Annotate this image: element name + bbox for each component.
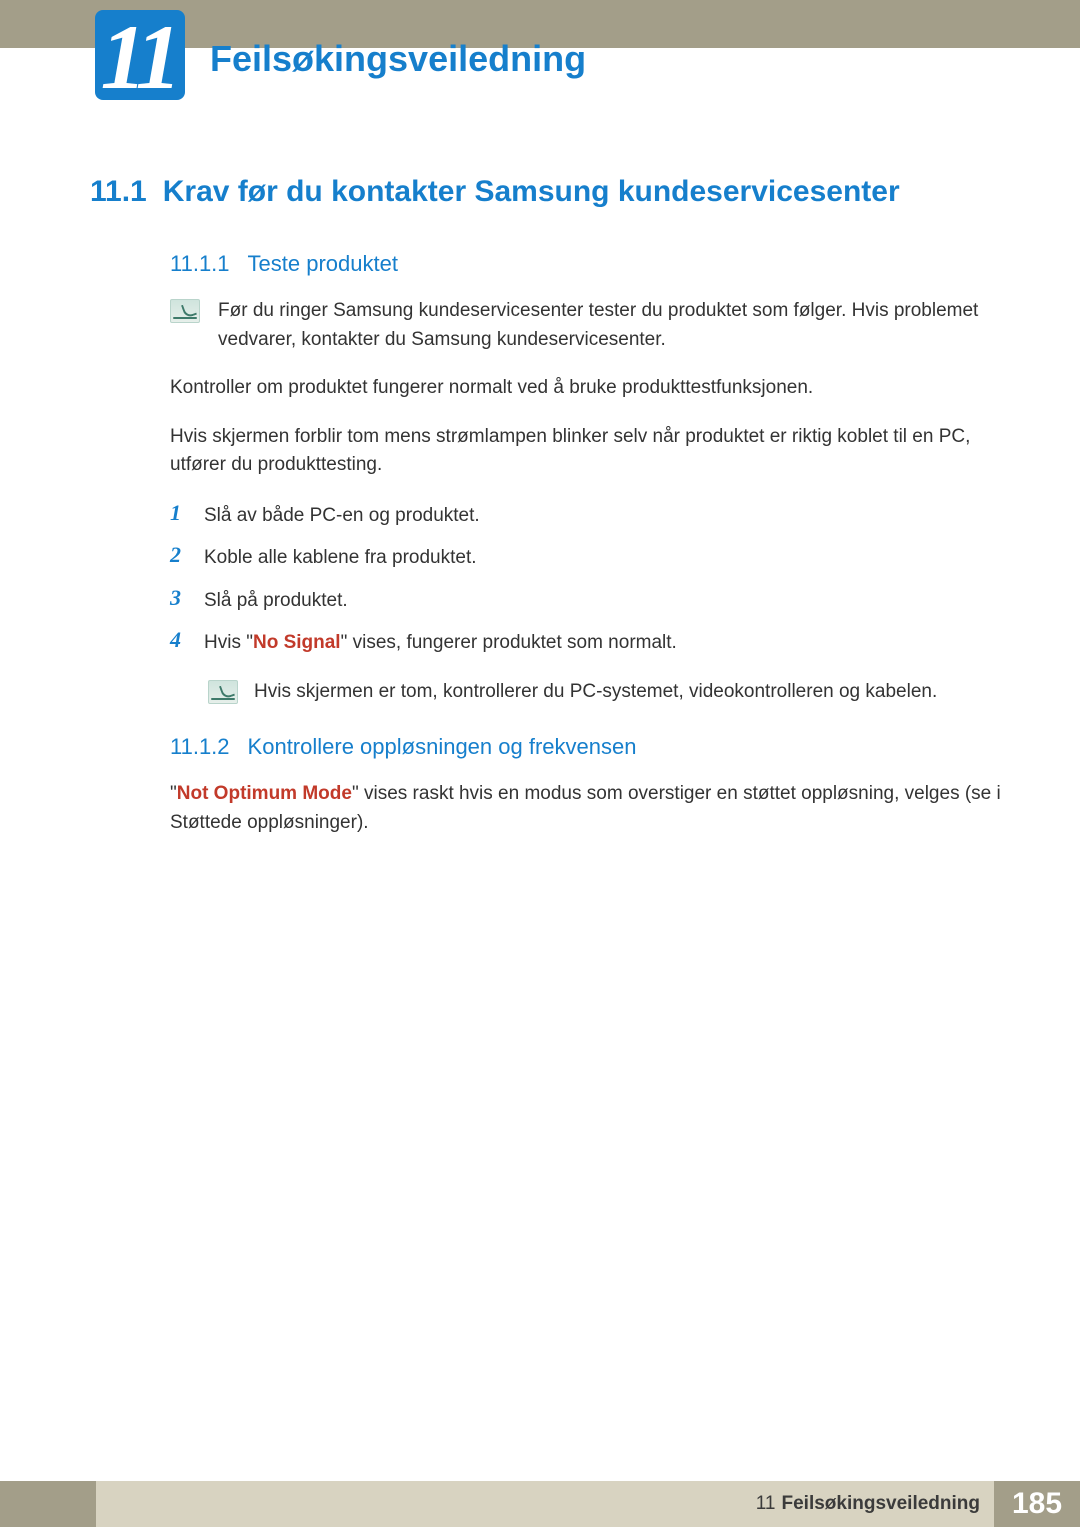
list-item: 1 Slå av både PC-en og produktet. <box>170 500 1005 531</box>
highlight-text: Not Optimum Mode <box>177 783 352 804</box>
list-item: 3 Slå på produktet. <box>170 585 1005 616</box>
step-number: 4 <box>170 627 188 653</box>
nested-note-block: Hvis skjermen er tom, kontrollerer du PC… <box>208 678 1005 707</box>
chapter-number: 11 <box>101 11 176 103</box>
chapter-number-badge: 11 <box>95 10 185 100</box>
note-icon <box>170 299 200 323</box>
subsection-title: Teste produktet <box>248 251 398 277</box>
highlight-text: No Signal <box>253 632 341 653</box>
subsection-heading: 11.1.2 Kontrollere oppløsningen og frekv… <box>170 734 1005 760</box>
section-heading: 11.1 Krav før du kontakter Samsung kunde… <box>90 175 1005 209</box>
section-number: 11.1 <box>90 175 147 209</box>
page-number: 185 <box>994 1481 1080 1527</box>
step-text: Hvis "No Signal" vises, fungerer produkt… <box>204 627 677 658</box>
paragraph: Hvis skjermen forblir tom mens strømlamp… <box>170 423 1005 480</box>
note-block: Før du ringer Samsung kundeservicesenter… <box>170 297 1005 354</box>
subsection-heading: 11.1.1 Teste produktet <box>170 251 1005 277</box>
subsection-number: 11.1.2 <box>170 734 230 760</box>
text-fragment: " <box>170 783 177 804</box>
step-number: 1 <box>170 500 188 526</box>
step-number: 2 <box>170 542 188 568</box>
footer-accent-block <box>0 1481 96 1527</box>
footer-label: 11 Feilsøkingsveiledning <box>96 1481 994 1527</box>
text-fragment: Hvis " <box>204 632 253 653</box>
footer-chapter-title: Feilsøkingsveiledning <box>782 1493 981 1515</box>
footer: 11 Feilsøkingsveiledning 185 <box>0 1481 1080 1527</box>
subsection-number: 11.1.1 <box>170 251 230 277</box>
page-content: 11.1 Krav før du kontakter Samsung kunde… <box>90 175 1005 857</box>
list-item: 2 Koble alle kablene fra produktet. <box>170 542 1005 573</box>
footer-chapter-number: 11 <box>756 1493 776 1515</box>
paragraph: Kontroller om produktet fungerer normalt… <box>170 374 1005 403</box>
step-text: Slå av både PC-en og produktet. <box>204 500 480 531</box>
note-text: Før du ringer Samsung kundeservicesenter… <box>218 297 1005 354</box>
subsection-title: Kontrollere oppløsningen og frekvensen <box>248 734 637 760</box>
step-text: Koble alle kablene fra produktet. <box>204 542 477 573</box>
text-fragment: " vises, fungerer produktet som normalt. <box>341 632 677 653</box>
list-item: 4 Hvis "No Signal" vises, fungerer produ… <box>170 627 1005 658</box>
paragraph: "Not Optimum Mode" vises raskt hvis en m… <box>170 780 1005 837</box>
step-list: 1 Slå av både PC-en og produktet. 2 Kobl… <box>170 500 1005 658</box>
note-icon <box>208 680 238 704</box>
step-text: Slå på produktet. <box>204 585 348 616</box>
section-title: Krav før du kontakter Samsung kundeservi… <box>163 175 900 209</box>
note-text: Hvis skjermen er tom, kontrollerer du PC… <box>254 678 937 707</box>
step-number: 3 <box>170 585 188 611</box>
chapter-title: Feilsøkingsveiledning <box>210 38 586 80</box>
